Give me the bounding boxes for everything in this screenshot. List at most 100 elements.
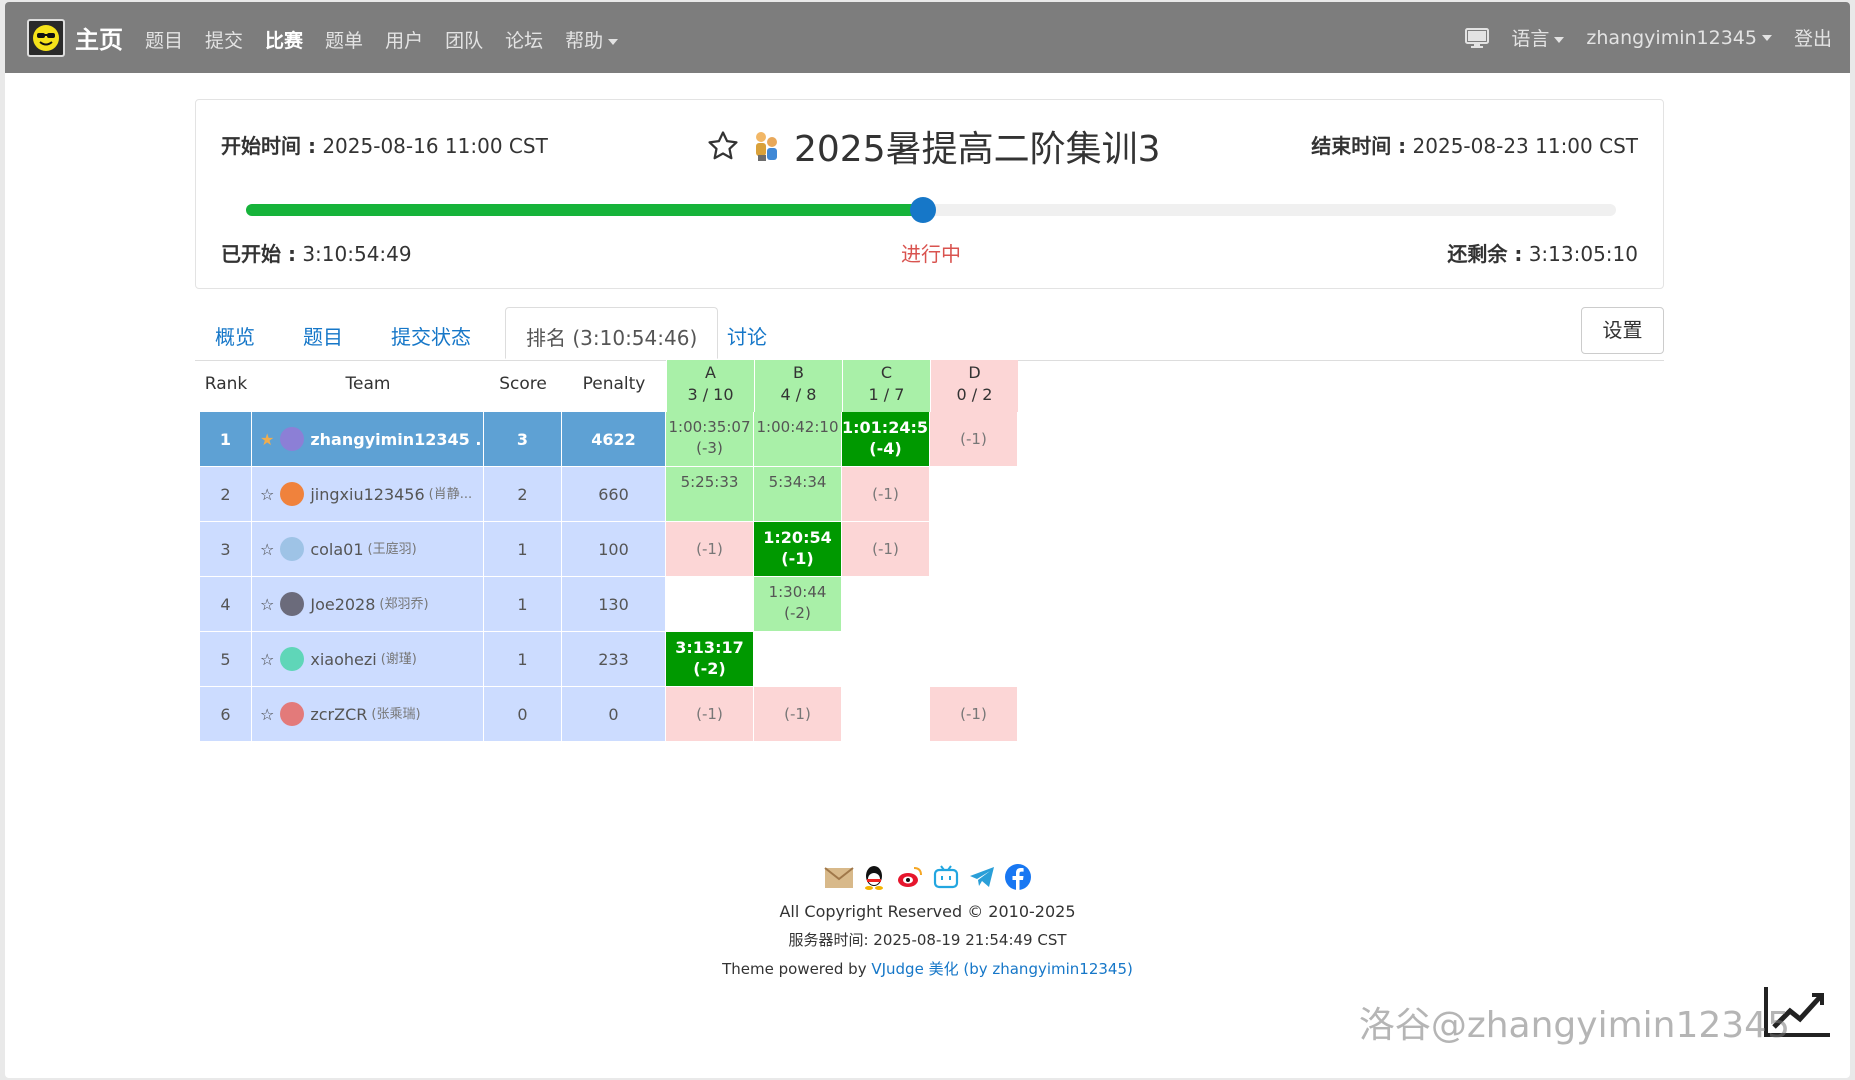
penalty-cell: 130 — [562, 577, 666, 632]
language-menu[interactable]: 语言 — [1511, 24, 1565, 51]
nav-teams[interactable]: 团队 — [445, 26, 483, 53]
wrong-tries: (-2) — [784, 604, 811, 622]
contest-title-wrap: 2025暑提高二阶集训3 — [706, 120, 1161, 172]
footer-icons — [5, 862, 1850, 892]
star-outline-icon[interactable]: ☆ — [260, 577, 274, 631]
rank-cell: 6 — [200, 687, 252, 742]
team-cell[interactable]: ☆ jingxiu123456 (肖静... — [252, 467, 484, 522]
remaining-time: 还剩余 : 3:13:05:10 — [1447, 238, 1638, 267]
team-username[interactable]: zhangyimin12345 ... — [310, 412, 483, 466]
nav-contest[interactable]: 比赛 — [265, 26, 303, 53]
problem-header-d[interactable]: D 0 / 2 — [930, 360, 1018, 412]
facebook-icon[interactable] — [1004, 863, 1032, 891]
penalty-cell: 100 — [562, 522, 666, 577]
problem-cell[interactable]: 1:30:44 (-2) — [754, 577, 842, 632]
chevron-down-icon — [608, 38, 619, 45]
contest-progress-bar — [246, 197, 1616, 223]
problem-cell[interactable]: 1:00:35:07 (-3) — [666, 412, 754, 467]
star-outline-icon[interactable]: ☆ — [260, 467, 274, 521]
rank-cell: 1 — [200, 412, 252, 467]
team-username[interactable]: cola01 — [310, 522, 363, 576]
logo-icon[interactable] — [27, 19, 65, 57]
bilibili-icon[interactable] — [932, 863, 960, 891]
team-cell[interactable]: ☆ cola01 (王庭羽) — [252, 522, 484, 577]
nav-help-label: 帮助 — [565, 30, 604, 52]
settings-button[interactable]: 设置 — [1581, 307, 1664, 354]
username-label: zhangyimin12345 — [1586, 26, 1757, 49]
progress-knob[interactable] — [909, 197, 936, 223]
team-cell[interactable]: ☆ xiaohezi (谢瑾) — [252, 632, 484, 687]
problem-cell[interactable]: (-1) — [666, 522, 754, 577]
rank-cell: 3 — [200, 522, 252, 577]
problem-cell[interactable]: 5:34:34 — [754, 467, 842, 522]
rank-cell: 4 — [200, 577, 252, 632]
problem-cell[interactable]: (-1) — [930, 687, 1018, 742]
problem-cell[interactable]: 3:13:17 (-2) — [666, 632, 754, 687]
problem-cell[interactable]: (-1) — [666, 687, 754, 742]
header-score[interactable]: Score — [484, 374, 562, 394]
logout-link[interactable]: 登出 — [1794, 24, 1832, 51]
header-rank[interactable]: Rank — [200, 374, 252, 394]
problem-cell[interactable]: 5:25:33 — [666, 467, 754, 522]
end-time: 结束时间 : 2025-08-23 11:00 CST — [1311, 130, 1638, 159]
problem-cell[interactable]: (-1) — [842, 467, 930, 522]
team-cell[interactable]: ★ zhangyimin12345 ... — [252, 412, 484, 467]
nav-submit[interactable]: 提交 — [205, 26, 243, 53]
star-outline-icon[interactable]: ☆ — [260, 687, 274, 741]
theme-link[interactable]: VJudge 美化 (by zhangyimin12345) — [871, 960, 1133, 978]
tab-discuss[interactable]: 讨论 — [727, 321, 767, 350]
team-cell[interactable]: ☆ Joe2028 (郑羽乔) — [252, 577, 484, 632]
nav-forum[interactable]: 论坛 — [505, 26, 543, 53]
score-cell: 0 — [484, 687, 562, 742]
tab-overview[interactable]: 概览 — [215, 321, 255, 350]
problem-header-a[interactable]: A 3 / 10 — [666, 360, 754, 412]
user-menu[interactable]: zhangyimin12345 — [1586, 27, 1772, 49]
mail-icon[interactable] — [823, 863, 854, 891]
penalty-cell: 233 — [562, 632, 666, 687]
nav-users[interactable]: 用户 — [385, 26, 423, 53]
tab-problems[interactable]: 题目 — [303, 321, 343, 350]
problem-cell[interactable]: (-1) — [842, 522, 930, 577]
problem-cell[interactable]: (-1) — [754, 687, 842, 742]
team-username[interactable]: jingxiu123456 — [310, 467, 424, 521]
header-penalty[interactable]: Penalty — [562, 374, 666, 394]
tab-status[interactable]: 提交状态 — [391, 321, 471, 350]
footer: All Copyright Reserved © 2010-2025 服务器时间… — [5, 862, 1850, 979]
team-realname: (肖静... — [428, 486, 473, 502]
monitor-icon[interactable] — [1465, 27, 1490, 48]
star-outline-icon[interactable]: ☆ — [260, 522, 274, 576]
elapsed-time: 已开始 : 3:10:54:49 — [221, 238, 412, 267]
star-outline-icon[interactable]: ☆ — [260, 632, 274, 686]
problem-cell[interactable]: 1:00:42:10 — [754, 412, 842, 467]
remaining-value: 3:13:05:10 — [1528, 242, 1638, 266]
ac-time: 1:00:35:07 — [668, 418, 751, 436]
telegram-icon[interactable] — [968, 863, 996, 891]
weibo-icon[interactable] — [896, 863, 924, 891]
header-team[interactable]: Team — [252, 374, 484, 394]
problem-header-c[interactable]: C 1 / 7 — [842, 360, 930, 412]
problem-cell[interactable]: 1:01:24:56 (-4) — [842, 412, 930, 467]
avatar — [280, 537, 305, 561]
star-filled-icon[interactable]: ★ — [260, 412, 274, 466]
wrong-tries: (-2) — [693, 659, 726, 678]
tab-rank[interactable]: 排名 (3:10:54:46) — [505, 307, 719, 359]
problem-stat: 1 / 7 — [868, 385, 905, 404]
nav-problem-list[interactable]: 题单 — [325, 26, 363, 53]
nav-help[interactable]: 帮助 — [565, 26, 619, 53]
score-cell: 1 — [484, 577, 562, 632]
team-username[interactable]: xiaohezi — [310, 632, 376, 686]
problem-cell[interactable]: (-1) — [930, 412, 1018, 467]
team-username[interactable]: zcrZCR — [310, 687, 367, 741]
penalty-cell: 0 — [562, 687, 666, 742]
team-cell[interactable]: ☆ zcrZCR (张乘瑞) — [252, 687, 484, 742]
team-username[interactable]: Joe2028 — [310, 577, 375, 631]
problem-id: D — [968, 363, 981, 382]
avatar — [280, 482, 305, 506]
nav-problems[interactable]: 题目 — [145, 26, 183, 53]
qq-icon[interactable] — [860, 863, 888, 891]
team-realname: (张乘瑞) — [371, 706, 421, 722]
brand-home-link[interactable]: 主页 — [75, 20, 123, 55]
problem-header-b[interactable]: B 4 / 8 — [754, 360, 842, 412]
star-outline-icon[interactable] — [706, 129, 740, 163]
problem-cell[interactable]: 1:20:54 (-1) — [754, 522, 842, 577]
